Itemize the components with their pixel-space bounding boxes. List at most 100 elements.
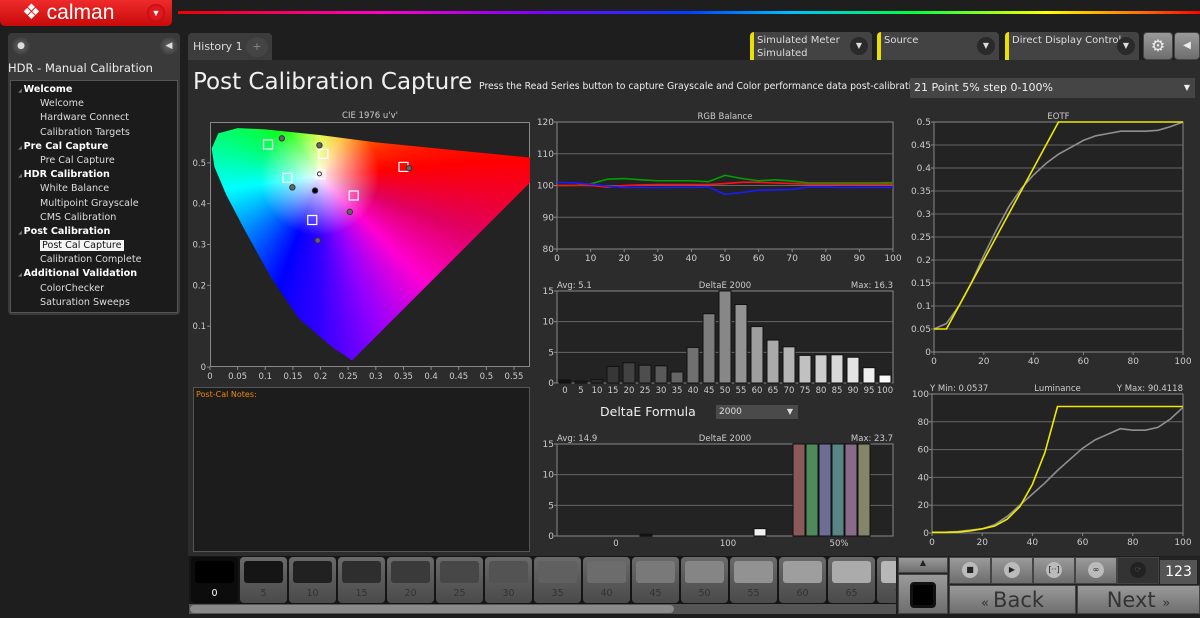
sidebar-step[interactable]: Pre Cal Capture xyxy=(11,155,177,169)
source-selector[interactable]: Source ▼ xyxy=(877,32,999,60)
patch-swatch[interactable]: 60 xyxy=(779,557,826,603)
patch-swatch[interactable]: 35 xyxy=(534,557,581,603)
x-tick-label: 35 xyxy=(672,386,683,396)
stop-pattern-button[interactable] xyxy=(898,574,948,614)
sidebar-step[interactable]: Saturation Sweeps xyxy=(11,297,177,311)
x-tick-label: 25 xyxy=(640,386,651,396)
deltae-formula-select[interactable]: 2000 ▼ xyxy=(716,405,798,419)
deltae-bar xyxy=(830,354,844,384)
notes-label: Post-Cal Notes: xyxy=(196,390,257,399)
x-tick-label: 0.5 xyxy=(480,372,494,382)
deltae-bar xyxy=(670,371,684,384)
patch-swatch[interactable]: 5 xyxy=(240,557,287,603)
y-tick-label: 110 xyxy=(537,150,554,160)
sidebar-group[interactable]: ◢ HDR Calibration xyxy=(11,169,177,183)
y-tick-label: 80 xyxy=(918,418,930,428)
patch-swatch[interactable]: 20 xyxy=(387,557,434,603)
scrollbar-thumb[interactable] xyxy=(190,605,674,613)
sidebar-item-label: Post Calibration xyxy=(23,225,111,237)
x-tick-label: 45 xyxy=(704,386,715,396)
series-icon: [··] xyxy=(1046,562,1062,578)
play-icon: ▶ xyxy=(1004,562,1020,578)
chevron-down-icon[interactable]: ▼ xyxy=(850,37,868,55)
y-tick-label: 15 xyxy=(543,287,554,297)
x-tick-label: 0 xyxy=(554,254,560,264)
meter-selector[interactable]: Simulated Meter Simulated ▼ xyxy=(750,32,872,60)
x-tick-label: 80 xyxy=(816,386,827,396)
sidebar-step[interactable]: Calibration Complete xyxy=(11,254,177,268)
patch-swatch[interactable]: 40 xyxy=(583,557,630,603)
back-button[interactable]: « Back xyxy=(949,585,1076,614)
post-cal-notes[interactable]: Post-Cal Notes: xyxy=(193,387,530,552)
patch-swatch[interactable]: 55 xyxy=(730,557,777,603)
sidebar-group[interactable]: ◢ Post Calibration xyxy=(11,226,177,240)
stop-button[interactable]: ■ xyxy=(949,557,991,584)
x-tick-label: 65 xyxy=(768,386,779,396)
patch-swatch[interactable]: 0 xyxy=(191,557,238,603)
continuous-read-button[interactable]: ∞ xyxy=(1075,557,1117,584)
sidebar-step[interactable]: ColorChecker xyxy=(11,283,177,297)
sidebar-step[interactable]: Post Cal Capture xyxy=(11,240,177,254)
y-tick-label: 0.1 xyxy=(917,302,931,312)
patch-swatch[interactable]: 70 xyxy=(877,557,896,603)
display-selector[interactable]: Direct Display Control ▼ xyxy=(1005,32,1139,60)
series-select[interactable]: 21 Point 5% step 0-100% ▼ xyxy=(910,78,1195,98)
patch-color xyxy=(391,561,430,583)
sidebar-group[interactable]: ◢ Pre Cal Capture xyxy=(11,141,177,155)
y-tick-label: 60 xyxy=(918,446,930,456)
patch-swatch[interactable]: 25 xyxy=(436,557,483,603)
scroll-up-icon[interactable]: ▲ xyxy=(898,557,948,573)
x-label: 0 xyxy=(613,539,618,549)
settings-gear-icon[interactable]: ⚙ xyxy=(1143,32,1173,60)
sidebar-step[interactable]: CMS Calibration xyxy=(11,212,177,226)
x-tick-label: 0 xyxy=(207,372,212,382)
patch-label: 15 xyxy=(355,588,368,599)
rainbow-bar xyxy=(178,11,1200,14)
next-button[interactable]: Next » xyxy=(1077,585,1200,614)
sidebar-step[interactable]: White Balance xyxy=(11,183,177,197)
patch-swatch[interactable]: 30 xyxy=(485,557,532,603)
chevron-down-icon[interactable]: ▼ xyxy=(1117,37,1135,55)
chevron-down-icon: ▼ xyxy=(1183,83,1190,92)
x-tick-label: 80 xyxy=(1127,357,1139,367)
app-menu-chevron-icon[interactable]: ▼ xyxy=(147,4,165,22)
deltae-formula-label: DeltaE Formula xyxy=(600,404,696,419)
tab-history-1[interactable]: History 1 + xyxy=(188,33,272,60)
read-series-button[interactable]: [··] xyxy=(1033,557,1075,584)
patch-label: 30 xyxy=(502,588,515,599)
y-tick-label: 10 xyxy=(543,471,555,481)
patch-swatch[interactable]: 45 xyxy=(632,557,679,603)
sidebar-step[interactable]: Welcome xyxy=(11,98,177,112)
x-tick-label: 5 xyxy=(578,386,583,396)
sidebar-group[interactable]: ◢ Additional Validation xyxy=(11,268,177,282)
calman-logo[interactable]: ❖ calman ▼ xyxy=(0,0,172,26)
patch-label: 60 xyxy=(796,588,809,599)
deltae-bar xyxy=(753,528,767,537)
x-tick-label: 0 xyxy=(929,538,935,548)
sidebar-step[interactable]: Calibration Targets xyxy=(11,127,177,141)
y-tick-label: 0 xyxy=(201,363,206,373)
patch-label: 5 xyxy=(260,588,267,599)
patch-color xyxy=(832,561,871,583)
collapse-sidebar-icon[interactable]: ◀ xyxy=(160,37,178,55)
chevron-down-icon[interactable]: ▼ xyxy=(977,37,995,55)
sidebar-pin-icon[interactable]: ● xyxy=(12,37,30,55)
patch-swatch[interactable]: 15 xyxy=(338,557,385,603)
sidebar-step[interactable]: Hardware Connect xyxy=(11,112,177,126)
add-tab-button[interactable]: + xyxy=(246,37,268,57)
x-tick-label: 20 xyxy=(976,538,988,548)
y-tick-label: 0.4 xyxy=(192,200,206,210)
refresh-button[interactable]: ⟳ xyxy=(1117,557,1159,584)
patch-swatch[interactable]: 10 xyxy=(289,557,336,603)
deltae-bar xyxy=(558,379,572,384)
read-button[interactable]: ▶ xyxy=(991,557,1033,584)
sidebar-group[interactable]: ◢ Welcome xyxy=(11,84,177,98)
collapse-right-icon[interactable]: ◀ xyxy=(1174,32,1200,60)
sidebar-step[interactable]: Multipoint Grayscale xyxy=(11,198,177,212)
max-label: Max: 23.7 xyxy=(851,434,893,444)
patch-swatch[interactable]: 65 xyxy=(828,557,875,603)
patch-label: 45 xyxy=(649,588,662,599)
patch-color xyxy=(489,561,528,583)
chart-title: Luminance xyxy=(1034,384,1081,394)
patch-swatch[interactable]: 50 xyxy=(681,557,728,603)
